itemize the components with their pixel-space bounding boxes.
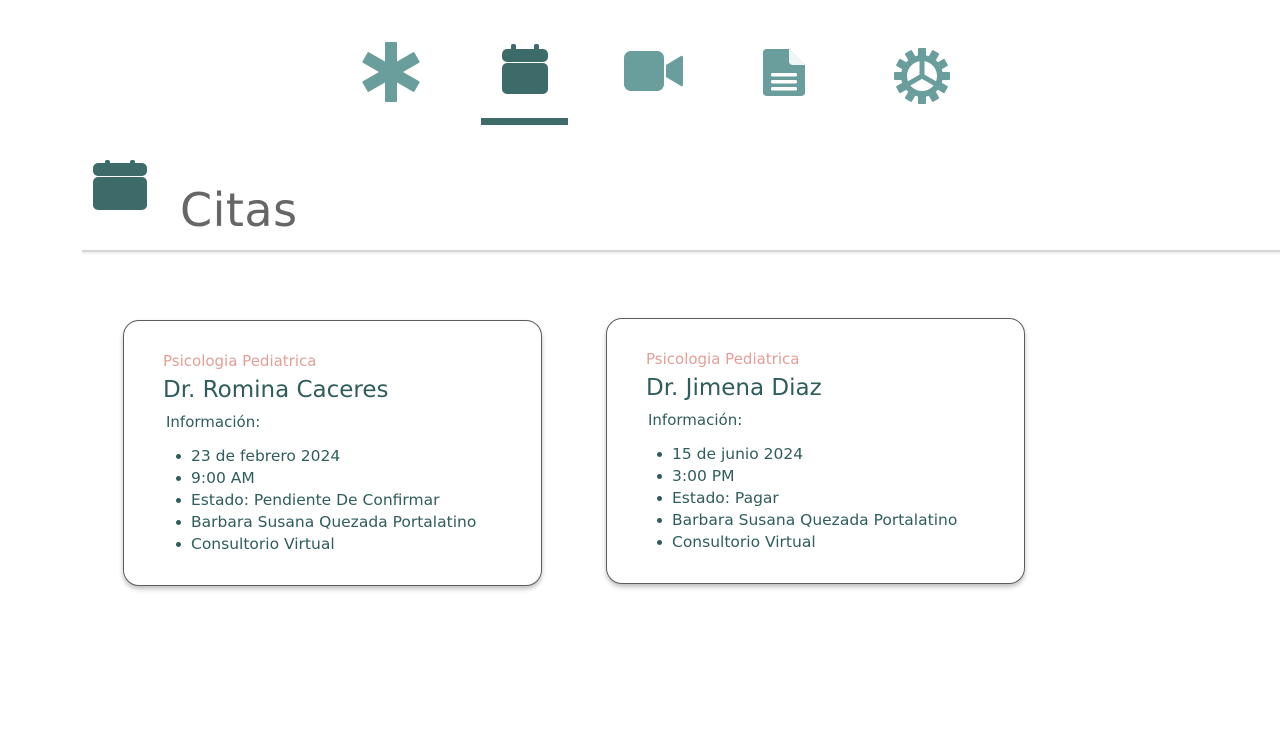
appointment-time: 9:00 AM bbox=[149, 467, 476, 489]
calendar-icon bbox=[501, 44, 548, 94]
nav-video-button[interactable] bbox=[620, 38, 686, 114]
page: Citas Psicologia Pediatrica Dr. Romina C… bbox=[0, 0, 1280, 749]
appointment-specialty: Psicologia Pediatrica bbox=[646, 350, 800, 368]
appointment-date: 23 de febrero 2024 bbox=[149, 445, 476, 467]
nav-asterisk-button[interactable] bbox=[356, 38, 426, 114]
appointment-date: 15 de junio 2024 bbox=[630, 443, 957, 465]
appointment-patient: Barbara Susana Quezada Portalatino bbox=[630, 509, 957, 531]
appointment-status: Estado: Pendiente De Confirmar bbox=[149, 489, 476, 511]
section-divider bbox=[82, 250, 1280, 252]
nav-settings-button[interactable] bbox=[890, 38, 954, 114]
appointment-patient: Barbara Susana Quezada Portalatino bbox=[149, 511, 476, 533]
appointment-card[interactable]: Psicologia Pediatrica Dr. Romina Caceres… bbox=[123, 320, 542, 586]
appointment-info-label: Información: bbox=[166, 413, 261, 431]
appointment-card[interactable]: Psicologia Pediatrica Dr. Jimena Diaz In… bbox=[606, 318, 1025, 584]
nav-calendar-button[interactable] bbox=[481, 38, 568, 114]
appointment-status: Estado: Pagar bbox=[630, 487, 957, 509]
appointment-location: Consultorio Virtual bbox=[149, 533, 476, 555]
appointment-location: Consultorio Virtual bbox=[630, 531, 957, 553]
appointment-info-label: Información: bbox=[648, 411, 743, 429]
appointment-details-list: 15 de junio 2024 3:00 PM Estado: Pagar B… bbox=[630, 443, 957, 553]
nav-document-button[interactable] bbox=[755, 38, 811, 114]
appointment-doctor-name: Dr. Romina Caceres bbox=[163, 377, 389, 403]
asterisk-icon bbox=[362, 42, 420, 102]
video-camera-icon bbox=[624, 51, 683, 91]
page-title: Citas bbox=[180, 183, 298, 237]
document-icon bbox=[763, 49, 805, 96]
appointment-doctor-name: Dr. Jimena Diaz bbox=[646, 375, 822, 401]
appointment-details-list: 23 de febrero 2024 9:00 AM Estado: Pendi… bbox=[149, 445, 476, 555]
gear-icon bbox=[894, 48, 950, 104]
calendar-icon bbox=[93, 160, 147, 210]
active-tab-indicator bbox=[481, 118, 568, 125]
appointment-specialty: Psicologia Pediatrica bbox=[163, 352, 317, 370]
appointment-time: 3:00 PM bbox=[630, 465, 957, 487]
